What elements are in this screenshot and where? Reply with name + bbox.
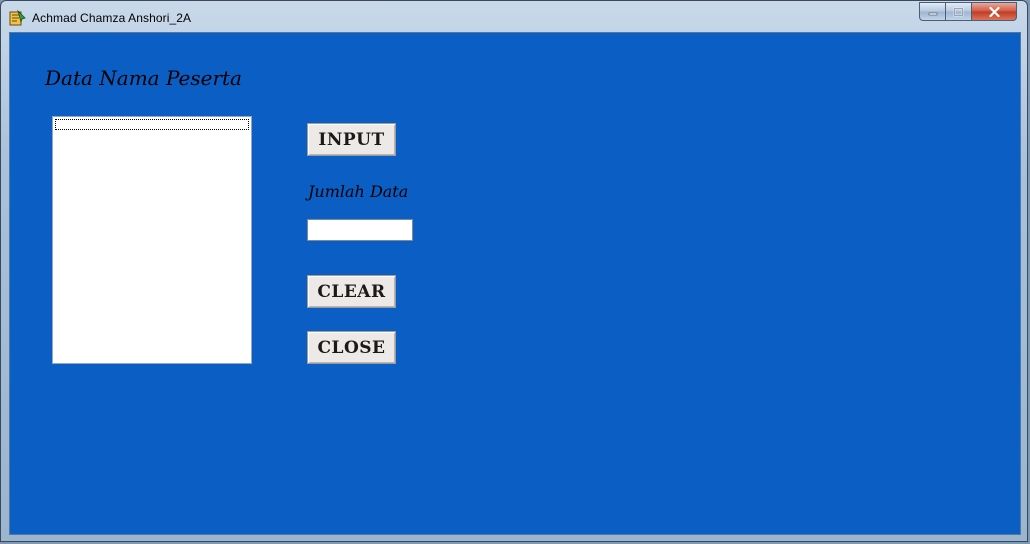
minimize-button[interactable] [919,2,946,21]
clear-button[interactable]: CLEAR [307,275,396,308]
page-title: Data Nama Peserta [45,66,242,90]
close-button[interactable]: CLOSE [307,331,396,364]
peserta-listbox[interactable] [52,116,252,364]
input-button[interactable]: INPUT [307,123,396,156]
window-title: Achmad Chamza Anshori_2A [32,11,192,25]
minimize-icon [928,12,937,15]
close-icon [988,6,1000,17]
close-window-button[interactable] [972,2,1017,21]
listbox-focus-row[interactable] [55,119,249,130]
title-bar[interactable]: Achmad Chamza Anshori_2A [1,1,1027,33]
jumlah-data-label: Jumlah Data [308,182,409,201]
jumlah-data-field[interactable] [307,219,413,241]
window-controls [919,2,1017,22]
app-icon [9,9,26,26]
maximize-button[interactable] [946,2,972,21]
app-window: Achmad Chamza Anshori_2A Data Nama Peser… [0,0,1028,542]
form-client-area: Data Nama Peserta INPUT Jumlah Data CLEA… [9,32,1021,535]
maximize-icon [953,7,964,16]
